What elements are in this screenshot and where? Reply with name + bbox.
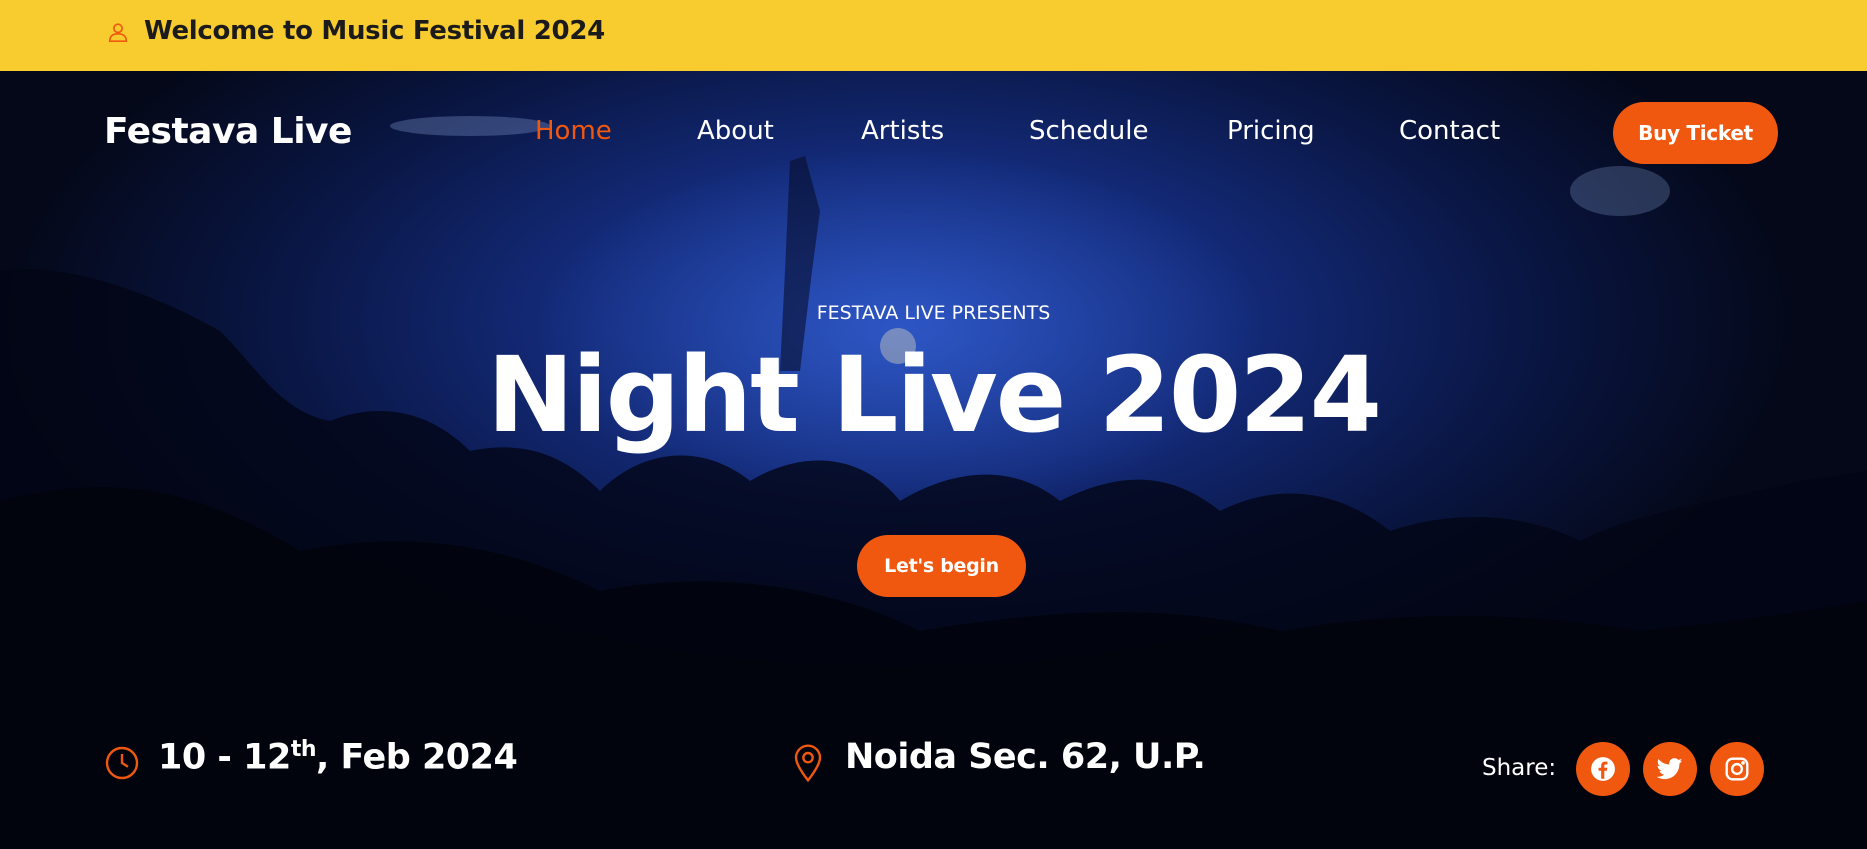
welcome-text: Welcome to Music Festival 2024 <box>144 16 605 46</box>
twitter-share-button[interactable] <box>1643 742 1697 796</box>
instagram-icon <box>1725 757 1749 781</box>
buy-ticket-button[interactable]: Buy Ticket <box>1613 102 1778 164</box>
event-date: 10 - 12th, Feb 2024 <box>158 737 518 778</box>
facebook-icon <box>1591 757 1615 781</box>
hero-section: Festava Live Home About Artists Schedule… <box>0 71 1867 849</box>
nav-home[interactable]: Home <box>535 116 612 146</box>
date-month-year: , Feb 2024 <box>316 737 518 778</box>
event-location: Noida Sec. 62, U.P. <box>845 737 1206 777</box>
nav-contact[interactable]: Contact <box>1399 116 1500 146</box>
facebook-share-button[interactable] <box>1576 742 1630 796</box>
map-pin-icon <box>794 744 822 783</box>
twitter-icon <box>1657 758 1683 780</box>
brand-logo[interactable]: Festava Live <box>104 111 352 152</box>
nav-pricing[interactable]: Pricing <box>1227 116 1315 146</box>
date-range: 10 - 12 <box>158 737 291 778</box>
nav-artists[interactable]: Artists <box>861 116 944 146</box>
hero-eyebrow: FESTAVA LIVE PRESENTS <box>816 302 1051 324</box>
date-ordinal: th <box>290 737 317 762</box>
user-icon <box>108 23 128 42</box>
hero-title: Night Live 2024 <box>487 334 1382 456</box>
share-label: Share: <box>1482 755 1557 781</box>
nav-about[interactable]: About <box>697 116 774 146</box>
instagram-share-button[interactable] <box>1710 742 1764 796</box>
lets-begin-button[interactable]: Let's begin <box>857 535 1026 597</box>
clock-icon <box>105 746 139 780</box>
nav-schedule[interactable]: Schedule <box>1029 116 1148 146</box>
crowd-background <box>0 116 1867 849</box>
announcement-bar: Welcome to Music Festival 2024 <box>0 0 1867 71</box>
